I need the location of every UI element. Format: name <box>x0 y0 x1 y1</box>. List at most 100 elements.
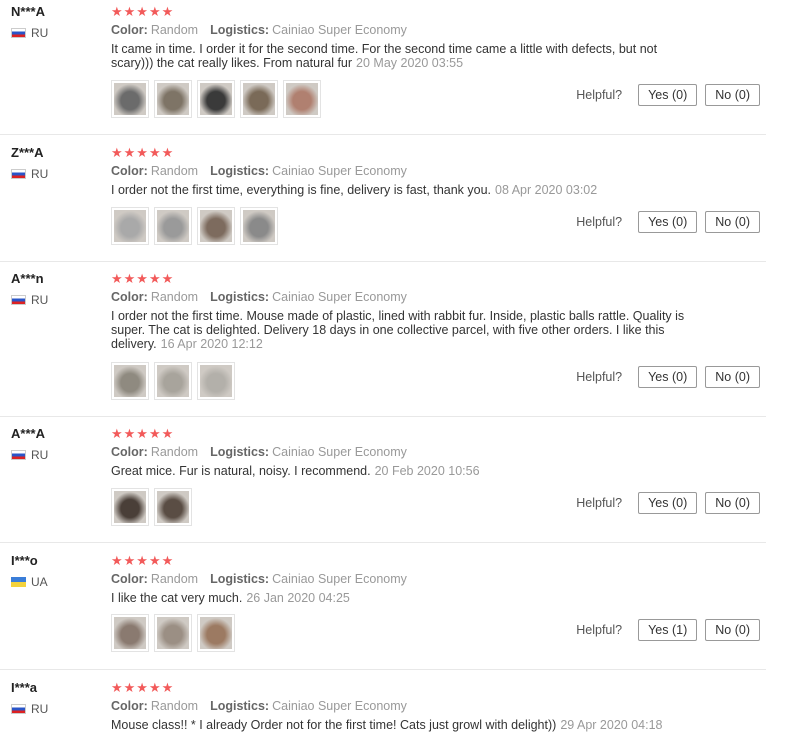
review-photo-thumbnail[interactable] <box>197 207 235 245</box>
helpful-vote: Helpful? Yes (1) No (0) <box>576 619 760 641</box>
review-photo-thumbnail[interactable] <box>154 362 192 400</box>
review-photos <box>111 207 283 245</box>
helpful-label: Helpful? <box>576 88 623 102</box>
review-photo-thumbnail[interactable] <box>240 80 278 118</box>
review-photo-thumbnail[interactable] <box>154 488 192 526</box>
logistics-label: Logistics: <box>210 572 270 586</box>
helpful-yes-button[interactable]: Yes (0) <box>638 492 698 514</box>
review-photo-thumbnail[interactable] <box>154 207 192 245</box>
review-text: Mouse class!! * I already Order not for … <box>111 718 691 732</box>
helpful-yes-button[interactable]: Yes (0) <box>638 366 698 388</box>
helpful-no-button[interactable]: No (0) <box>705 211 760 233</box>
reviewer-name: N***A <box>11 4 45 19</box>
review-card: I***a RU ★★★★★ Color: Random Logistics: Cai… <box>0 676 766 756</box>
star-rating: ★★★★★ <box>111 426 175 441</box>
photo-image <box>114 617 146 649</box>
logistics-value: Cainiao Super Economy <box>272 699 407 713</box>
review-text: I like the cat very much. 26 Jan 2020 04:… <box>111 591 691 605</box>
star-rating: ★★★★★ <box>111 680 175 695</box>
review-meta: Color: Random Logistics: Cainiao Super Econ… <box>111 290 691 304</box>
review-meta: Color: Random Logistics: Cainiao Super Econ… <box>111 699 691 713</box>
photo-image <box>200 617 232 649</box>
helpful-vote: Helpful? Yes (0) No (0) <box>576 492 760 514</box>
review-meta: Color: Random Logistics: Cainiao Super Econ… <box>111 445 691 459</box>
star-rating: ★★★★★ <box>111 145 175 160</box>
helpful-no-button[interactable]: No (0) <box>705 366 760 388</box>
review-card: A***n RU ★★★★★ Color: Random Logistics: Cai… <box>0 267 766 417</box>
review-text: Great mice. Fur is natural, noisy. I rec… <box>111 464 691 478</box>
review-body: ★★★★★ Color: Random Logistics: Cainiao Supe… <box>111 422 691 478</box>
country-code: RU <box>31 702 49 716</box>
helpful-yes-button[interactable]: Yes (0) <box>638 211 698 233</box>
logistics-value: Cainiao Super Economy <box>272 164 407 178</box>
logistics-value: Cainiao Super Economy <box>272 572 407 586</box>
reviewer-info: I***a RU <box>11 680 48 716</box>
review-body: ★★★★★ Color: Random Logistics: Cainiao Supe… <box>111 549 691 605</box>
review-photos <box>111 80 326 118</box>
logistics-value: Cainiao Super Economy <box>272 445 407 459</box>
review-body: ★★★★★ Color: Random Logistics: Cainiao Supe… <box>111 0 691 70</box>
photo-image <box>200 83 232 115</box>
review-photo-thumbnail[interactable] <box>111 207 149 245</box>
reviewer-name: A***n <box>11 271 44 286</box>
review-photo-thumbnail[interactable] <box>283 80 321 118</box>
russia-flag-icon <box>11 295 26 305</box>
review-text-content: I order not the first time, everything i… <box>111 183 492 197</box>
reviewer-name: I***o <box>11 553 38 568</box>
review-text-content: Mouse class!! * I already Order not for … <box>111 718 557 732</box>
helpful-yes-button[interactable]: Yes (1) <box>638 619 698 641</box>
logistics-label: Logistics: <box>210 164 270 178</box>
review-photo-thumbnail[interactable] <box>240 207 278 245</box>
photo-image <box>114 365 146 397</box>
review-photos <box>111 614 240 652</box>
review-date: 29 Apr 2020 04:18 <box>560 718 663 732</box>
reviewer-info: A***A RU <box>11 426 48 462</box>
russia-flag-icon <box>11 704 26 714</box>
review-photo-thumbnail[interactable] <box>154 614 192 652</box>
reviewer-info: I***o UA <box>11 553 48 589</box>
helpful-vote: Helpful? Yes (0) No (0) <box>576 84 760 106</box>
review-text: It came in time. I order it for the seco… <box>111 42 691 70</box>
review-photo-thumbnail[interactable] <box>154 80 192 118</box>
color-label: Color: <box>111 445 148 459</box>
photo-image <box>157 210 189 242</box>
review-meta: Color: Random Logistics: Cainiao Super Econ… <box>111 164 691 178</box>
review-photo-thumbnail[interactable] <box>111 362 149 400</box>
logistics-label: Logistics: <box>210 699 270 713</box>
review-photo-thumbnail[interactable] <box>111 614 149 652</box>
reviewer-country: RU <box>11 167 48 181</box>
color-value: Random <box>150 23 199 37</box>
review-card: I***o UA ★★★★★ Color: Random Logistics: Cai… <box>0 549 766 670</box>
helpful-no-button[interactable]: No (0) <box>705 619 760 641</box>
review-text: I order not the first time. Mouse made o… <box>111 309 691 351</box>
helpful-label: Helpful? <box>576 370 623 384</box>
reviewer-info: A***n RU <box>11 271 48 307</box>
review-date: 20 Feb 2020 10:56 <box>374 464 480 478</box>
color-value: Random <box>150 699 199 713</box>
review-meta: Color: Random Logistics: Cainiao Super Econ… <box>111 23 691 37</box>
reviewer-info: N***A RU <box>11 4 48 40</box>
review-photo-thumbnail[interactable] <box>197 80 235 118</box>
review-date: 20 May 2020 03:55 <box>356 56 464 70</box>
photo-image <box>200 210 232 242</box>
reviewer-info: Z***A RU <box>11 145 48 181</box>
country-code: RU <box>31 167 49 181</box>
photo-image <box>114 83 146 115</box>
review-photo-thumbnail[interactable] <box>111 80 149 118</box>
review-photo-thumbnail[interactable] <box>111 488 149 526</box>
photo-image <box>157 365 189 397</box>
reviewer-country: RU <box>11 702 48 716</box>
color-value: Random <box>150 164 199 178</box>
review-body: ★★★★★ Color: Random Logistics: Cainiao Supe… <box>111 141 691 197</box>
review-date: 16 Apr 2020 12:12 <box>160 337 263 351</box>
review-date: 26 Jan 2020 04:25 <box>246 591 350 605</box>
helpful-vote: Helpful? Yes (0) No (0) <box>576 366 760 388</box>
review-card: Z***A RU ★★★★★ Color: Random Logistics: Cai… <box>0 141 766 262</box>
helpful-yes-button[interactable]: Yes (0) <box>638 84 698 106</box>
country-code: RU <box>31 293 49 307</box>
color-label: Color: <box>111 23 148 37</box>
helpful-no-button[interactable]: No (0) <box>705 492 760 514</box>
review-photo-thumbnail[interactable] <box>197 614 235 652</box>
helpful-no-button[interactable]: No (0) <box>705 84 760 106</box>
review-photo-thumbnail[interactable] <box>197 362 235 400</box>
